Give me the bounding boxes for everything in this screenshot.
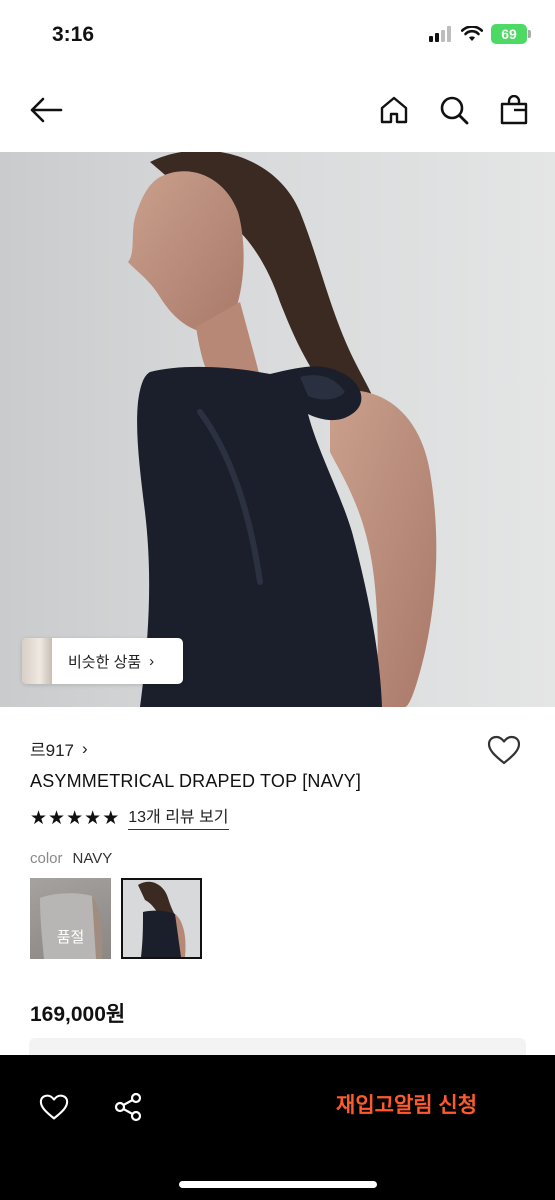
review-link[interactable]: 13개 리뷰 보기	[128, 808, 229, 830]
bottom-wishlist-button[interactable]	[34, 1087, 74, 1127]
star-rating: ★ ★ ★ ★ ★	[30, 809, 119, 829]
shopping-bag-icon	[500, 95, 528, 125]
brand-link[interactable]: 르917 ›	[30, 736, 88, 761]
similar-product-thumbnail	[22, 638, 52, 684]
search-icon	[440, 96, 469, 125]
color-value: NAVY	[72, 850, 113, 867]
star-icon: ★	[48, 808, 66, 829]
soldout-label: 품절	[56, 929, 85, 946]
search-button[interactable]	[434, 90, 474, 130]
swatch-photo	[123, 880, 200, 957]
shopping-bag-button[interactable]	[494, 90, 534, 130]
back-button[interactable]	[26, 90, 66, 130]
color-swatch-soldout[interactable]: 품절	[30, 878, 111, 959]
home-button[interactable]	[374, 90, 414, 130]
heart-icon	[487, 735, 521, 765]
product-price: 169,000원	[30, 1003, 126, 1026]
top-nav	[0, 80, 555, 140]
share-button[interactable]	[108, 1087, 148, 1127]
star-icon: ★	[84, 808, 102, 829]
product-name: ASYMMETRICAL DRAPED TOP [NAVY]	[30, 771, 362, 791]
color-row: color NAVY	[30, 850, 112, 867]
home-icon	[380, 96, 408, 124]
battery-indicator: 69	[491, 24, 531, 44]
chevron-right-icon: ›	[82, 738, 88, 758]
star-icon: ★	[66, 808, 84, 829]
status-bar: 3:16 69	[0, 0, 555, 70]
star-icon: ★	[30, 808, 48, 829]
wishlist-button[interactable]	[486, 734, 526, 770]
arrow-left-icon	[30, 97, 63, 123]
similar-products-button[interactable]: 비슷한 상품 ›	[22, 638, 183, 684]
color-label: color	[30, 850, 63, 867]
star-icon: ★	[102, 808, 120, 829]
signal-icon	[429, 26, 451, 42]
rating-row: ★ ★ ★ ★ ★ 13개 리뷰 보기	[30, 808, 229, 830]
product-photo	[0, 152, 555, 707]
status-indicators: 69	[429, 24, 531, 44]
brand-name: 르917	[30, 741, 75, 760]
wifi-icon	[461, 26, 483, 41]
heart-icon	[39, 1094, 69, 1120]
similar-products-label: 비슷한 상품	[68, 653, 142, 671]
product-image[interactable]: 비슷한 상품 ›	[0, 152, 555, 707]
chevron-right-icon: ›	[149, 652, 155, 670]
color-swatch-navy[interactable]	[121, 878, 202, 959]
restock-alert-button[interactable]: 재입고알림 신청	[336, 1089, 477, 1119]
color-swatches: 품절	[30, 878, 202, 959]
home-indicator	[179, 1181, 377, 1188]
status-time: 3:16	[52, 23, 95, 46]
bottom-action-bar: 재입고알림 신청	[0, 1055, 555, 1200]
share-icon	[114, 1092, 142, 1122]
